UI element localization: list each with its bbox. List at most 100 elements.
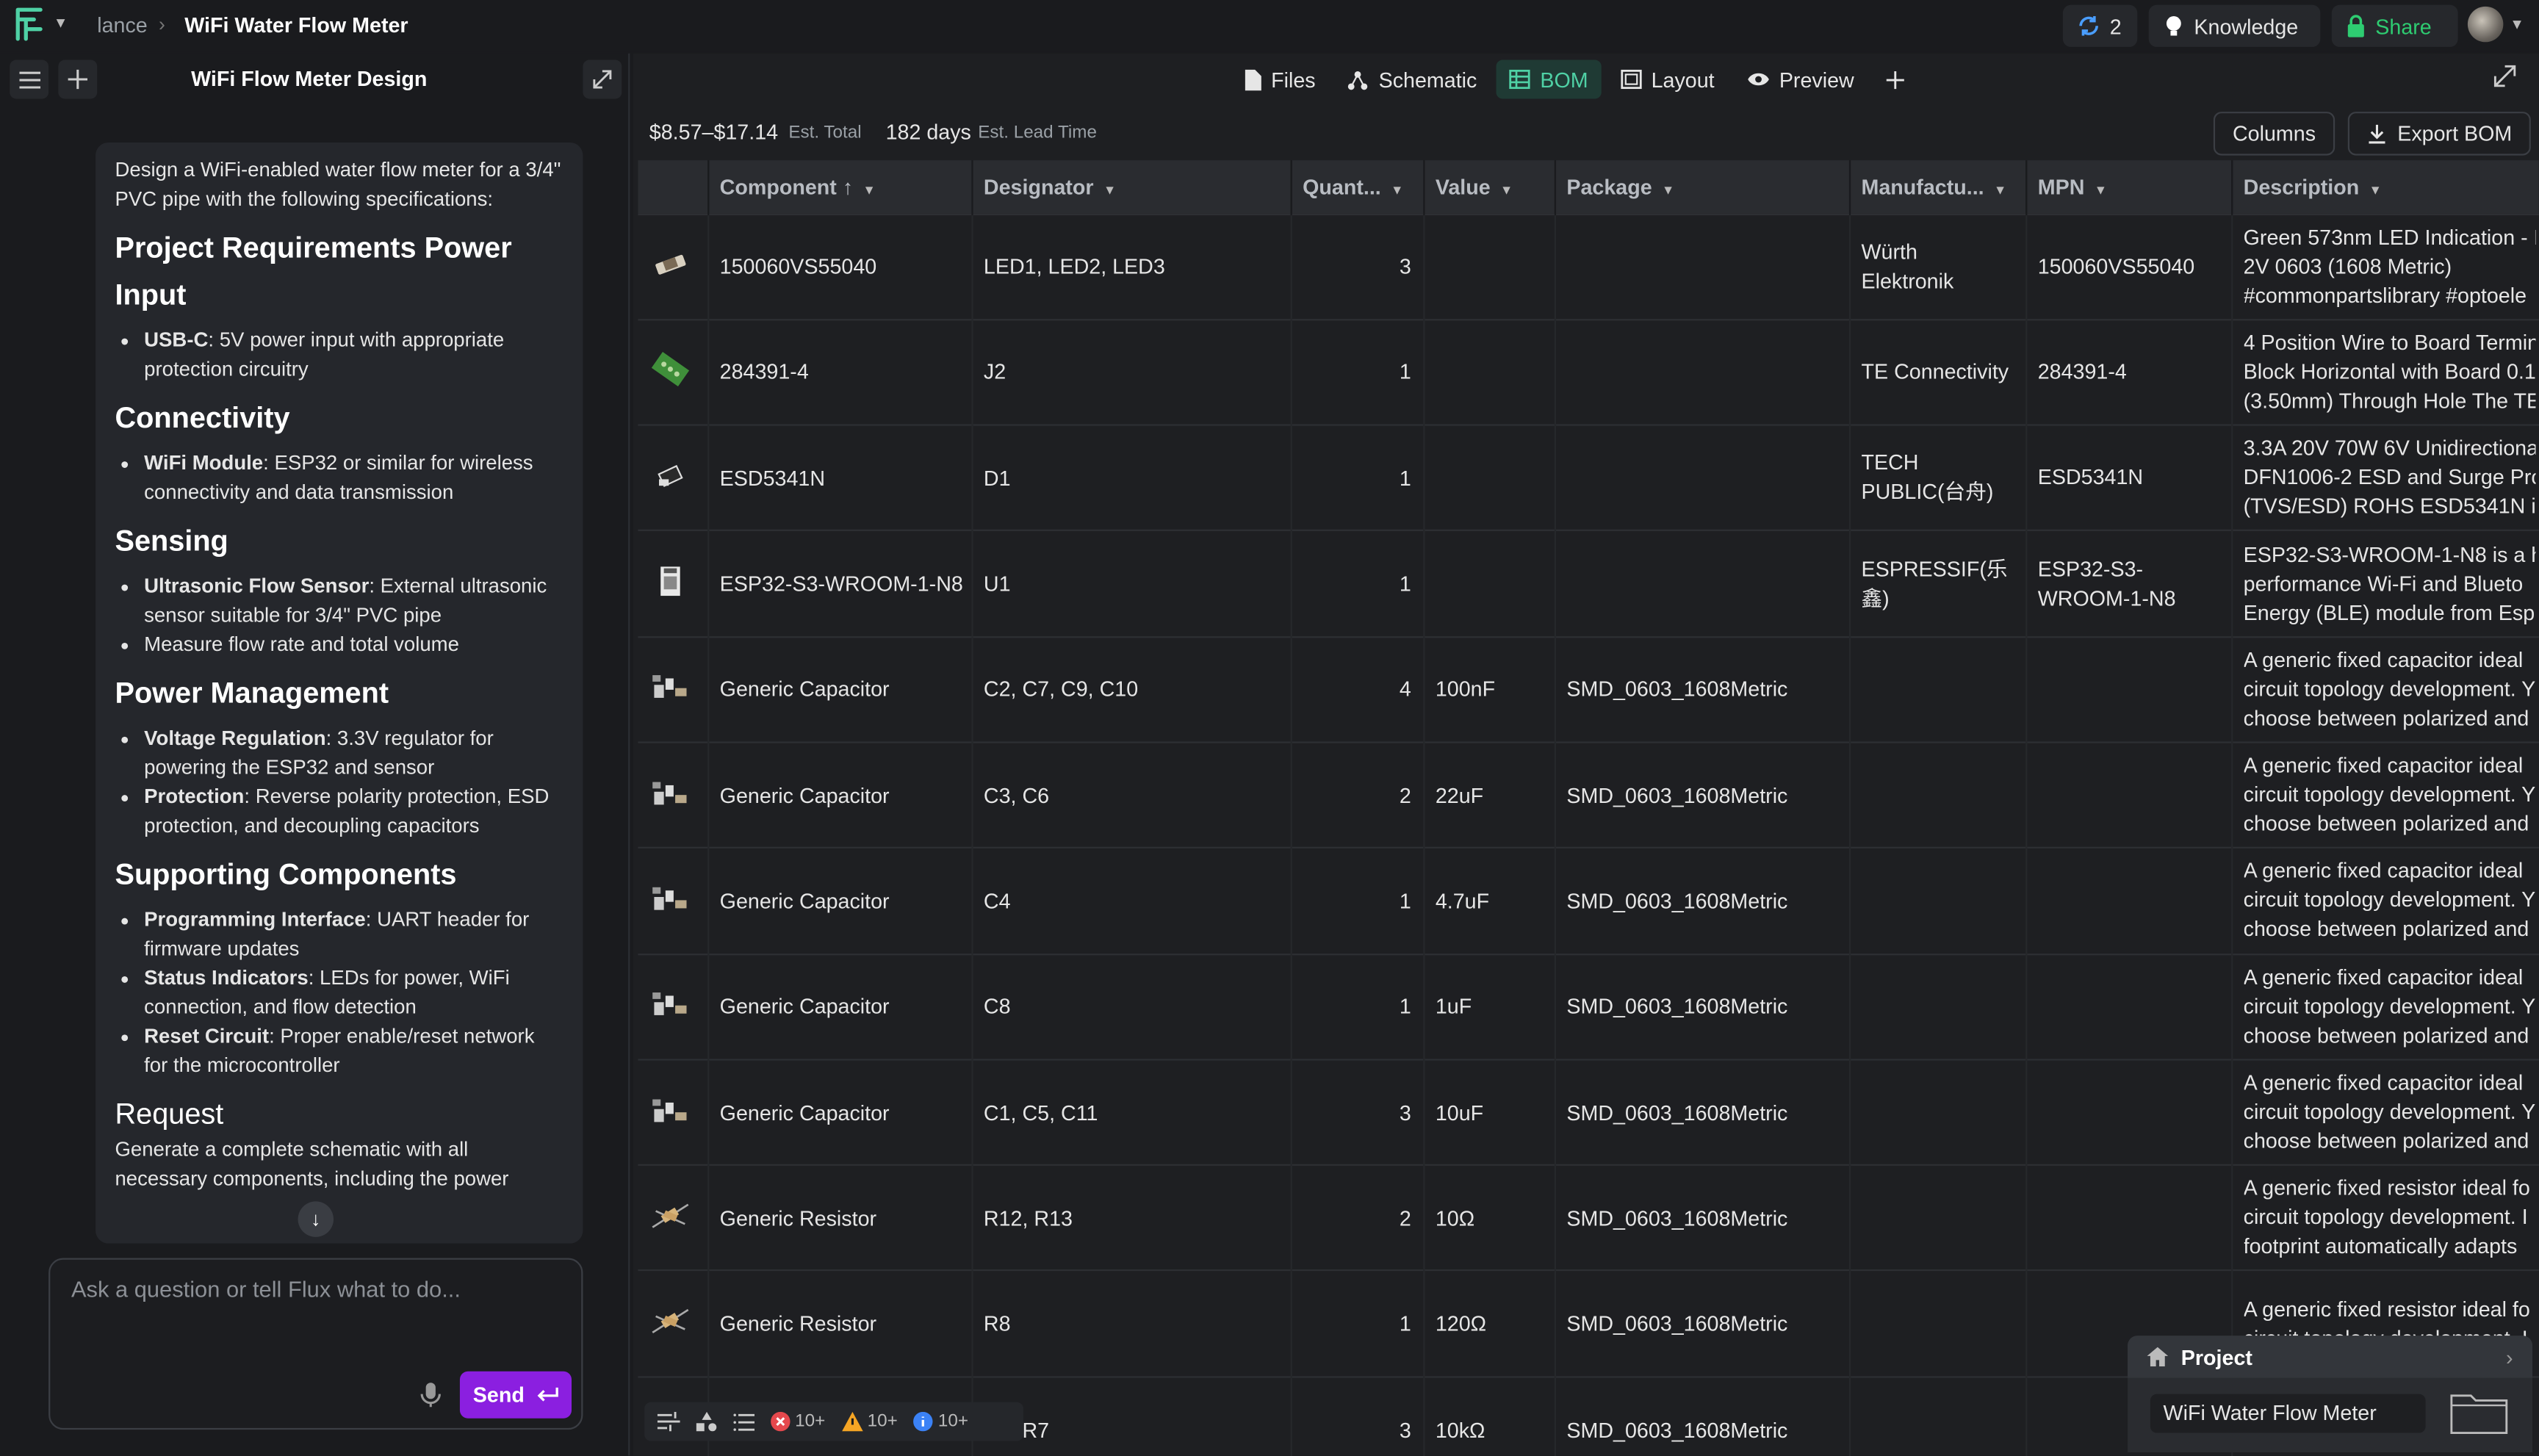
table-row[interactable]: Generic Capacitor C1, C5, C11 3 10uF SMD_060…	[638, 1059, 2539, 1166]
chevron-down-icon[interactable]: ▼	[1500, 183, 1513, 198]
header-quantity[interactable]: Quant... ▼	[1290, 160, 1425, 214]
header-designator[interactable]: Designator ▼	[971, 160, 1292, 214]
project-card-header[interactable]: Project ›	[2128, 1336, 2533, 1378]
chevron-right-icon[interactable]: ›	[2506, 1344, 2513, 1369]
cell-manufacturer[interactable]	[1848, 1059, 2027, 1166]
cell-quantity[interactable]: 2	[1290, 741, 1425, 848]
expand-panel-icon[interactable]	[2493, 65, 2516, 92]
cell-mpn[interactable]	[2025, 1059, 2233, 1166]
header-package[interactable]: Package ▼	[1554, 160, 1851, 214]
cell-mpn[interactable]	[2025, 635, 2233, 743]
cell-value[interactable]	[1423, 424, 1555, 531]
cell-designator[interactable]: R12, R13	[971, 1164, 1292, 1272]
chevron-down-icon[interactable]: ▼	[1994, 183, 2006, 198]
microphone-icon[interactable]	[416, 1380, 445, 1409]
cell-component[interactable]: Generic Capacitor	[707, 741, 973, 848]
cell-mpn[interactable]: ESP32-S3-WROOM-1-N8	[2025, 530, 2233, 637]
cell-manufacturer[interactable]: TE Connectivity	[1848, 318, 2027, 425]
cell-component[interactable]: Generic Capacitor	[707, 635, 973, 743]
cell-mpn[interactable]: 284391-4	[2025, 318, 2233, 425]
logo-menu-caret-icon[interactable]: ▼	[54, 15, 68, 31]
cell-description[interactable]: A generic fixed capacitor ideal circuit t…	[2231, 1059, 2539, 1166]
tab-files[interactable]: Files	[1231, 60, 1328, 99]
warning-count-badge[interactable]: 10+	[841, 1411, 898, 1432]
cell-value[interactable]: 10uF	[1423, 1059, 1555, 1166]
cell-component[interactable]: Generic Capacitor	[707, 1059, 973, 1166]
cell-quantity[interactable]: 3	[1290, 1375, 1425, 1456]
cell-designator[interactable]: C8	[971, 953, 1292, 1060]
tab-layout[interactable]: Layout	[1607, 60, 1727, 99]
header-value[interactable]: Value ▼	[1423, 160, 1555, 214]
cell-value[interactable]: 10Ω	[1423, 1164, 1555, 1272]
tab-schematic[interactable]: Schematic	[1335, 60, 1490, 99]
table-row[interactable]: Generic Capacitor C2, C7, C9, C10 4 100nF SM…	[638, 635, 2539, 743]
cell-value[interactable]	[1423, 212, 1555, 320]
chevron-down-icon[interactable]: ▼	[1662, 183, 1674, 198]
cell-component[interactable]: Generic Resistor	[707, 1164, 973, 1272]
chevron-down-icon[interactable]: ▼	[1391, 183, 1403, 198]
cell-component[interactable]: 284391-4	[707, 318, 973, 425]
cell-package[interactable]: SMD_0603_1608Metric	[1554, 1269, 1851, 1377]
cell-value[interactable]: 10kΩ	[1423, 1375, 1555, 1456]
header-mpn[interactable]: MPN ▼	[2025, 160, 2233, 214]
cell-component[interactable]: ESP32-S3-WROOM-1-N8	[707, 530, 973, 637]
cell-package[interactable]	[1554, 212, 1851, 320]
chevron-down-icon[interactable]: ▼	[2369, 183, 2381, 198]
cell-quantity[interactable]: 1	[1290, 424, 1425, 531]
cell-quantity[interactable]: 1	[1290, 953, 1425, 1060]
cell-manufacturer[interactable]	[1848, 1375, 2027, 1456]
cell-mpn[interactable]	[2025, 847, 2233, 954]
cell-quantity[interactable]: 4	[1290, 635, 1425, 743]
cell-description[interactable]: A generic fixed capacitor ideal circuit t…	[2231, 635, 2539, 743]
cell-manufacturer[interactable]	[1848, 847, 2027, 954]
cell-manufacturer[interactable]: Würth Elektronik	[1848, 212, 2027, 320]
cell-description[interactable]: Green 573nm LED Indication - D 2V 0603 (1…	[2231, 212, 2539, 320]
table-row[interactable]: ESD5341N D1 1 TECH PUBLIC(台舟) ESD5341N 3.3A 2…	[638, 424, 2539, 531]
avatar-caret-icon[interactable]: ▼	[2510, 16, 2524, 32]
cell-package[interactable]: SMD_0603_1608Metric	[1554, 847, 1851, 954]
table-row[interactable]: Generic Capacitor C4 1 4.7uF SMD_0603_1608Me…	[638, 847, 2539, 954]
cell-component[interactable]: 150060VS55040	[707, 212, 973, 320]
cell-quantity[interactable]: 1	[1290, 530, 1425, 637]
cell-package[interactable]: SMD_0603_1608Metric	[1554, 635, 1851, 743]
table-row[interactable]: Generic Capacitor C3, C6 2 22uF SMD_0603_160…	[638, 741, 2539, 848]
table-row[interactable]: Generic Capacitor C8 1 1uF SMD_0603_1608Metr…	[638, 953, 2539, 1060]
flux-logo-icon[interactable]	[15, 7, 47, 42]
send-button[interactable]: Send	[459, 1371, 572, 1419]
header-manufacturer[interactable]: Manufactu... ▼	[1848, 160, 2027, 214]
cell-value[interactable]: 100nF	[1423, 635, 1555, 743]
tab-preview[interactable]: Preview	[1734, 60, 1867, 99]
cell-package[interactable]: SMD_0603_1608Metric	[1554, 1375, 1851, 1456]
cell-manufacturer[interactable]	[1848, 635, 2027, 743]
table-row[interactable]: 284391-4 J2 1 TE Connectivity 284391-4 4 Posi…	[638, 318, 2539, 425]
new-chat-plus-icon[interactable]	[58, 60, 98, 99]
cell-mpn[interactable]: 150060VS55040	[2025, 212, 2233, 320]
cell-component[interactable]: ESD5341N	[707, 424, 973, 531]
cell-designator[interactable]: U1	[971, 530, 1292, 637]
sync-button[interactable]: 2	[2062, 4, 2138, 47]
cell-package[interactable]	[1554, 318, 1851, 425]
cell-description[interactable]: ESP32-S3-WROOM-1-N8 is a hi performance W…	[2231, 530, 2539, 637]
cell-quantity[interactable]: 2	[1290, 1164, 1425, 1272]
cell-quantity[interactable]: 1	[1290, 318, 1425, 425]
cell-manufacturer[interactable]	[1848, 1164, 2027, 1272]
breadcrumb-owner[interactable]: lance	[97, 13, 147, 37]
menu-icon[interactable]	[10, 60, 49, 99]
cell-package[interactable]	[1554, 530, 1851, 637]
expand-chat-icon[interactable]	[583, 60, 622, 99]
chevron-down-icon[interactable]: ▼	[1103, 183, 1116, 198]
cell-designator[interactable]: C4	[971, 847, 1292, 954]
header-component[interactable]: Component ↑ ▼	[707, 160, 973, 214]
cell-value[interactable]	[1423, 530, 1555, 637]
folder-icon[interactable]	[2450, 1389, 2508, 1435]
cell-value[interactable]: 120Ω	[1423, 1269, 1555, 1377]
cell-package[interactable]: SMD_0603_1608Metric	[1554, 1059, 1851, 1166]
cell-designator[interactable]: C2, C7, C9, C10	[971, 635, 1292, 743]
cell-package[interactable]: SMD_0603_1608Metric	[1554, 741, 1851, 848]
export-bom-button[interactable]: Export BOM	[2347, 112, 2531, 156]
cell-quantity[interactable]: 3	[1290, 1059, 1425, 1166]
cell-manufacturer[interactable]: ESPRESSIF(乐鑫)	[1848, 530, 2027, 637]
cell-description[interactable]: A generic fixed resistor ideal fo circuit…	[2231, 1164, 2539, 1272]
cell-designator[interactable]: R8	[971, 1269, 1292, 1377]
chat-input-placeholder[interactable]: Ask a question or tell Flux what to do..…	[71, 1276, 461, 1302]
